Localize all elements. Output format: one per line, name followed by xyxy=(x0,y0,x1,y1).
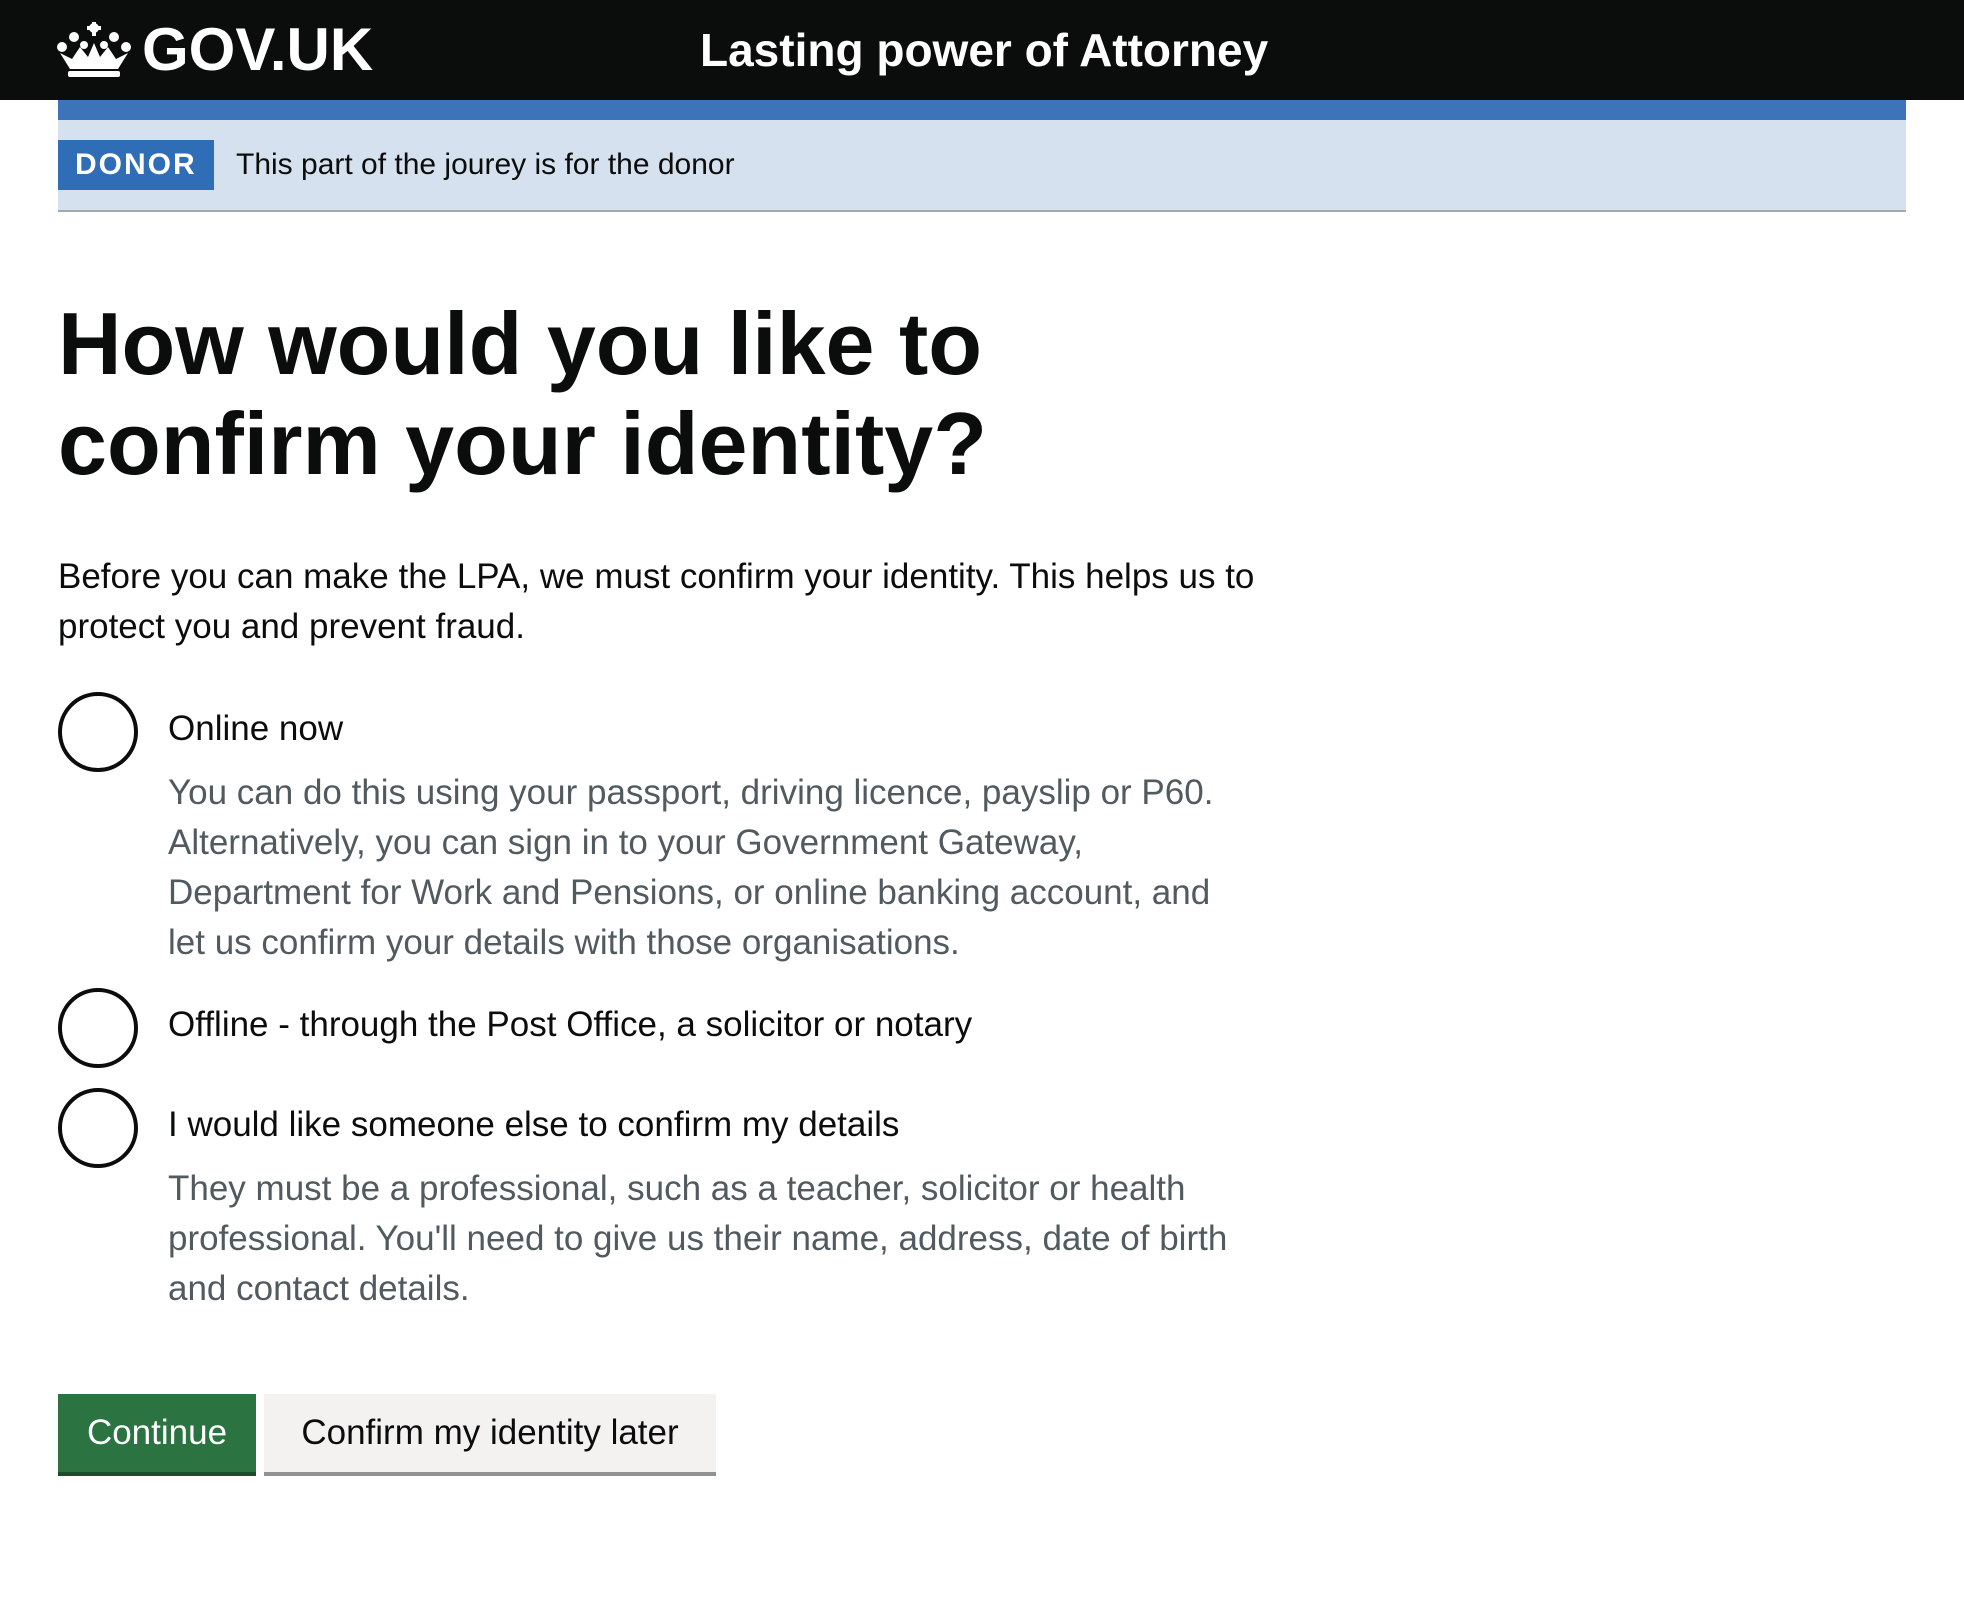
confirm-later-button[interactable]: Confirm my identity later xyxy=(264,1394,716,1472)
phase-bar xyxy=(58,100,1906,120)
radio-label-online[interactable]: Online now xyxy=(168,706,343,752)
radio-label-offline[interactable]: Offline - through the Post Office, a sol… xyxy=(168,1002,972,1048)
donor-tag: DONOR xyxy=(58,140,214,190)
crown-icon xyxy=(57,22,131,77)
intro-text: Before you can make the LPA, we must con… xyxy=(58,557,1255,646)
radio-hint-someone-else: They must be a professional, such as a t… xyxy=(168,1169,1228,1308)
logo-text: GOV.UK xyxy=(142,16,374,83)
radio-hint-online: You can do this using your passport, dri… xyxy=(168,773,1214,962)
service-name-link[interactable]: Lasting power of Attorney xyxy=(700,14,1268,86)
site-header: GOV.UK Lasting power of Attorney xyxy=(0,0,1964,100)
page-title: How would you like to confirm your ident… xyxy=(58,294,987,493)
continue-button[interactable]: Continue xyxy=(58,1394,256,1472)
radio-button-offline[interactable] xyxy=(58,988,138,1068)
govuk-logo-link[interactable]: GOV.UK xyxy=(56,14,373,86)
donor-banner: DONOR This part of the jourey is for the… xyxy=(58,120,1906,212)
radio-button-online[interactable] xyxy=(58,692,138,772)
radio-label-someone-else[interactable]: I would like someone else to confirm my … xyxy=(168,1102,899,1148)
radio-button-someone-else[interactable] xyxy=(58,1088,138,1168)
banner-text: This part of the jourey is for the donor xyxy=(236,148,735,181)
